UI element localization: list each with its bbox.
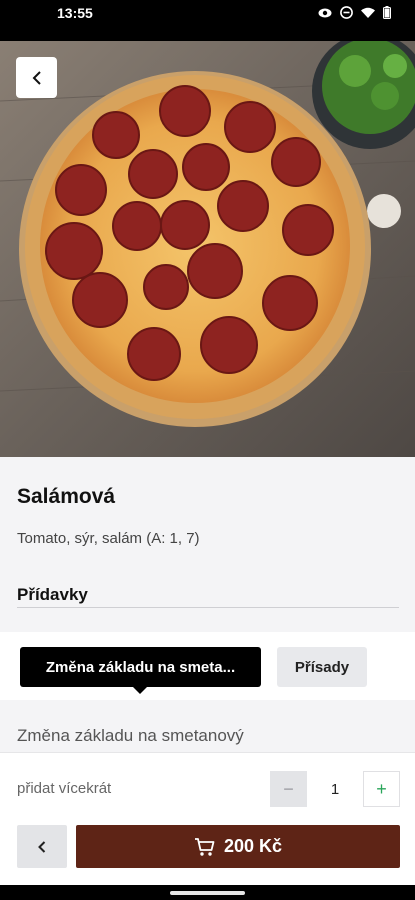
extras-heading: Přídavky — [17, 585, 88, 604]
plus-icon: + — [376, 778, 387, 799]
quantity-label: přidat vícekrát — [17, 780, 112, 797]
decrement-button[interactable]: − — [270, 771, 307, 807]
home-handle[interactable] — [170, 891, 245, 895]
status-time: 13:55 — [57, 5, 93, 21]
cart-icon — [194, 837, 215, 856]
status-bar: 13:55 — [0, 0, 415, 28]
cart-price: 200 Kč — [223, 836, 283, 856]
tab-label: Přísady — [294, 658, 350, 676]
chevron-left-icon — [38, 840, 46, 853]
product-description: Tomato, sýr, salám (A: 1, 7) — [17, 530, 200, 547]
increment-button[interactable]: + — [363, 771, 400, 807]
tab-toppings[interactable]: Přísady — [277, 647, 367, 687]
product-image — [0, 41, 415, 457]
add-to-cart-button[interactable]: 200 Kč — [76, 825, 400, 868]
battery-icon — [383, 6, 391, 19]
option-cream-base[interactable]: Změna základu na smetanový — [17, 726, 244, 746]
tab-indicator — [133, 687, 147, 694]
do-not-disturb-icon — [340, 6, 353, 19]
minus-icon: − — [283, 778, 294, 799]
wifi-icon — [361, 7, 375, 18]
quantity-value: 1 — [330, 781, 340, 798]
chevron-left-icon — [32, 70, 41, 85]
tab-label: Změna základu na smeta... — [45, 658, 236, 676]
back-button-bottom[interactable] — [17, 825, 67, 868]
tab-base-change[interactable]: Změna základu na smeta... — [20, 647, 261, 694]
eye-icon — [318, 8, 332, 17]
divider — [17, 607, 399, 608]
status-icons — [318, 6, 391, 19]
product-title: Salámová — [17, 485, 116, 508]
back-button[interactable] — [16, 57, 57, 98]
